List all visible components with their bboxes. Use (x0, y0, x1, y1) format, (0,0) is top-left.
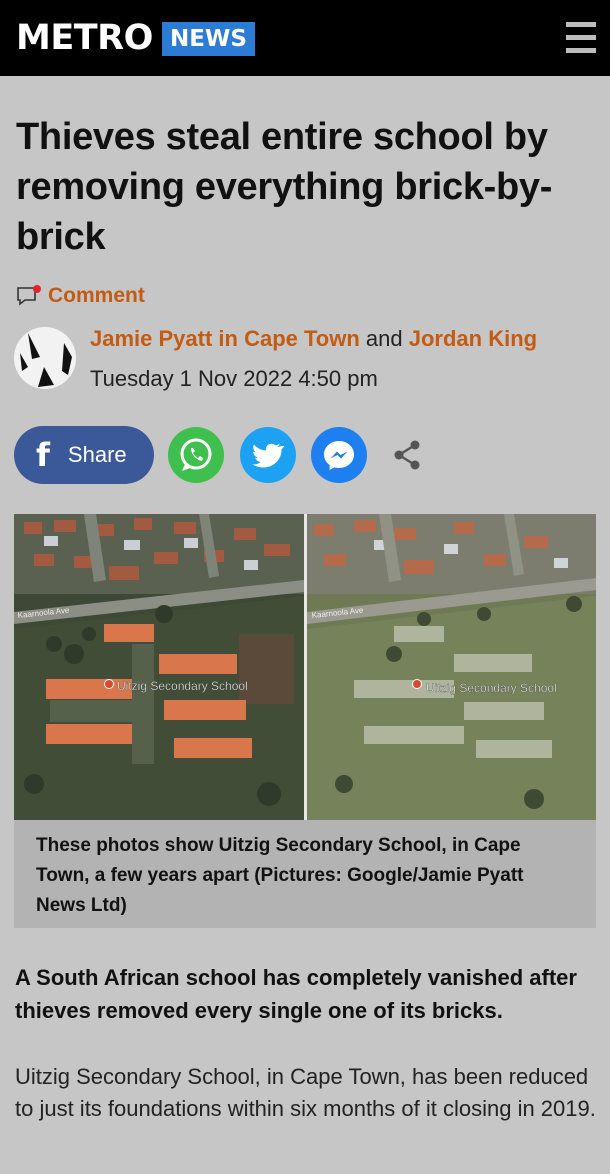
author-link-jamie-pyatt[interactable]: Jamie Pyatt in Cape Town (90, 326, 360, 351)
metro-logo[interactable]: METRO (16, 18, 153, 58)
facebook-share-label: Share (67, 442, 127, 467)
site-header: METRO NEWS (0, 0, 610, 76)
facebook-icon: f (36, 436, 50, 474)
whatsapp-share-button[interactable] (168, 427, 224, 483)
article-image[interactable]: Kaarnoola Ave Uitzig Secondary School Ka… (14, 514, 596, 820)
article-paragraph: Uitzig Secondary School, in Cape Town, h… (15, 1064, 596, 1121)
twitter-icon (252, 443, 285, 468)
article-lead: A South African school has completely va… (15, 965, 577, 1023)
hamburger-menu-icon[interactable] (566, 22, 596, 54)
messenger-share-button[interactable] (311, 427, 367, 483)
article-headline: Thieves steal entire school by removing … (16, 116, 553, 258)
whatsapp-icon (180, 438, 212, 471)
author-avatar (14, 327, 76, 389)
facebook-share-button[interactable]: f Share (14, 426, 154, 484)
right-place-label: Uitzig Secondary School (426, 681, 557, 695)
image-caption: These photos show Uitzig Secondary Schoo… (14, 820, 596, 928)
publish-date: Tuesday 1 Nov 2022 4:50 pm (90, 366, 378, 391)
comment-link[interactable]: Comment (16, 281, 145, 311)
twitter-share-button[interactable] (240, 427, 296, 483)
news-section-badge[interactable]: NEWS (162, 22, 255, 56)
comment-label: Comment (48, 284, 145, 307)
messenger-icon (324, 441, 354, 470)
byline-conjunction: and (365, 326, 403, 351)
image-divider (304, 514, 307, 820)
left-place-label: Uitzig Secondary School (117, 679, 248, 693)
after-satellite-photo: Kaarnoola Ave Uitzig Secondary School (307, 514, 596, 820)
author-link-jordan-king[interactable]: Jordan King (409, 326, 537, 351)
before-satellite-photo: Kaarnoola Ave Uitzig Secondary School (14, 514, 304, 820)
byline-authors: Jamie Pyatt in Cape Town and Jordan King (90, 323, 537, 355)
share-icon[interactable] (391, 438, 423, 472)
comment-bubble-icon (16, 285, 42, 307)
